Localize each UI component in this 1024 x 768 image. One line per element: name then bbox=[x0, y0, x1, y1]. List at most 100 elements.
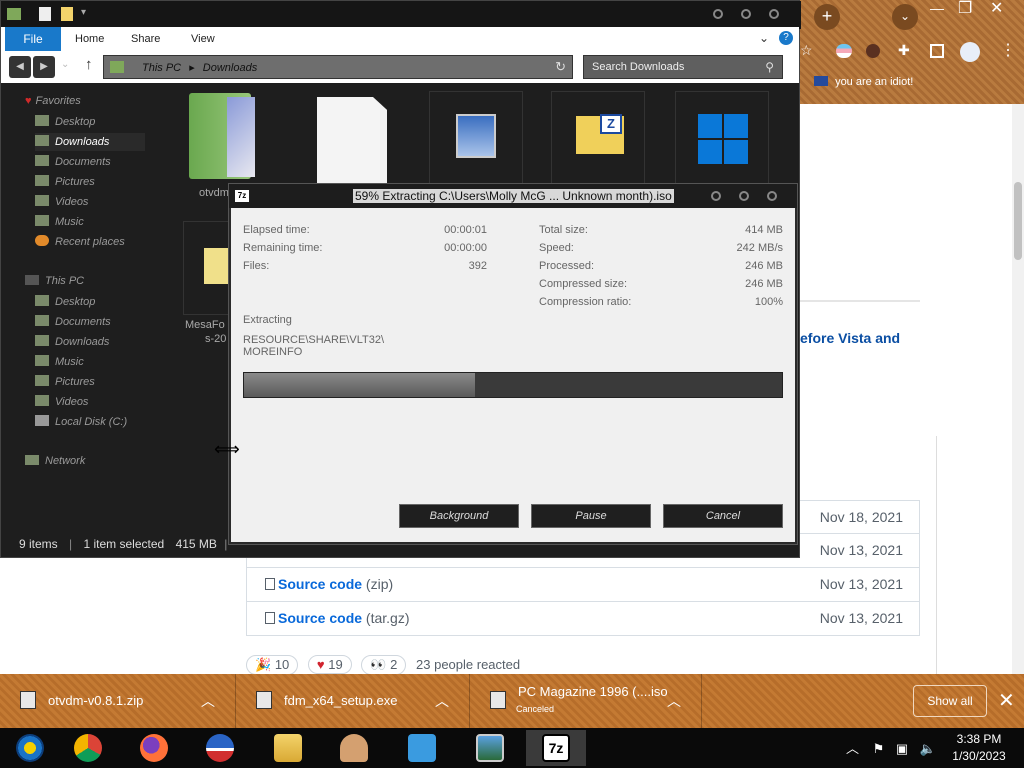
tab-home[interactable]: Home bbox=[75, 33, 104, 45]
file-item[interactable]: Z bbox=[551, 91, 645, 185]
bookmark-item[interactable]: you are an idiot! bbox=[814, 76, 913, 88]
recent-locations-icon[interactable]: ⌄ bbox=[61, 59, 69, 70]
profile-extension-icon[interactable] bbox=[866, 44, 880, 58]
background-button[interactable]: Background bbox=[399, 504, 519, 528]
nav-pc-local-disk[interactable]: Local Disk (C:) bbox=[35, 413, 127, 431]
tray-chevron-icon[interactable]: ︿ bbox=[846, 741, 859, 756]
maximize-button[interactable]: ❐ bbox=[958, 0, 972, 18]
page-scrollbar[interactable] bbox=[1012, 104, 1024, 674]
menu-kebab-icon[interactable]: ⋮ bbox=[1000, 40, 1016, 60]
nav-pc-music[interactable]: Music bbox=[35, 353, 84, 371]
asset-row[interactable]: Source code (zip) Nov 13, 2021 bbox=[246, 568, 920, 602]
forward-button[interactable]: ▶ bbox=[33, 56, 55, 78]
network-icon[interactable]: ▣ bbox=[896, 741, 908, 756]
nav-fav-pictures[interactable]: Pictures bbox=[35, 173, 95, 191]
dialog-body: Elapsed time: 00:00:01 Remaining time: 0… bbox=[231, 208, 795, 542]
asset-link[interactable]: Source code (tar.gz) bbox=[265, 610, 410, 626]
start-button[interactable] bbox=[0, 730, 60, 766]
nav-pc-videos[interactable]: Videos bbox=[35, 393, 88, 411]
chevron-up-icon[interactable]: ︿ bbox=[201, 691, 215, 711]
nav-fav-desktop[interactable]: Desktop bbox=[35, 113, 95, 131]
address-bar[interactable]: This PC ▸ Downloads ↻ bbox=[103, 55, 573, 79]
refresh-icon[interactable]: ↻ bbox=[555, 59, 566, 75]
scrollbar-thumb[interactable] bbox=[1014, 182, 1022, 260]
asset-link[interactable]: Source code (zip) bbox=[265, 576, 393, 592]
nav-fav-recent[interactable]: Recent places bbox=[35, 233, 125, 251]
maximize-button[interactable] bbox=[741, 9, 751, 19]
nav-pc-desktop[interactable]: Desktop bbox=[35, 293, 95, 311]
download-item[interactable]: PC Magazine 1996 (....iso Canceled ︿ bbox=[470, 674, 702, 728]
volume-icon[interactable]: 🔈 bbox=[920, 741, 936, 756]
nav-fav-downloads[interactable]: Downloads bbox=[35, 133, 145, 151]
tab-share[interactable]: Share bbox=[131, 33, 160, 45]
cancel-button[interactable]: Cancel bbox=[663, 504, 783, 528]
new-tab-button[interactable]: + bbox=[814, 4, 840, 30]
taskbar-chrome[interactable] bbox=[58, 730, 118, 766]
nav-this-pc[interactable]: This PC bbox=[25, 275, 84, 287]
taskbar-app-obama[interactable] bbox=[190, 730, 250, 766]
show-all-button[interactable]: Show all bbox=[913, 685, 987, 717]
explorer-app-icon bbox=[7, 8, 21, 20]
reaction-tada[interactable]: 🎉 10 bbox=[246, 655, 299, 675]
ribbon-expand-icon[interactable]: ⌄ bbox=[759, 31, 769, 45]
taskbar-firefox[interactable] bbox=[124, 730, 184, 766]
7zip-icon: 7z bbox=[542, 734, 570, 762]
nav-pc-downloads[interactable]: Downloads bbox=[35, 333, 109, 351]
maximize-button[interactable] bbox=[739, 191, 749, 201]
nav-network[interactable]: Network bbox=[25, 455, 85, 467]
file-item[interactable] bbox=[429, 91, 523, 185]
side-panel-icon[interactable] bbox=[930, 44, 944, 58]
taskbar-7zip[interactable]: 7z bbox=[526, 730, 586, 766]
help-icon[interactable]: ? bbox=[779, 31, 793, 45]
taskbar-app-photos[interactable] bbox=[460, 730, 520, 766]
back-button[interactable]: ◀ bbox=[9, 56, 31, 78]
file-item[interactable] bbox=[307, 91, 401, 185]
close-icon[interactable]: ✕ bbox=[998, 688, 1015, 713]
bookmark-star-icon[interactable]: ☆ bbox=[800, 42, 813, 59]
extraction-progress-bar bbox=[243, 372, 783, 398]
reaction-eyes[interactable]: 👀 2 bbox=[361, 655, 407, 675]
file-item[interactable] bbox=[675, 91, 769, 185]
profile-avatar-icon[interactable] bbox=[960, 42, 980, 62]
properties-quick-icon[interactable] bbox=[39, 7, 51, 21]
tab-search-button[interactable]: ⌄ bbox=[892, 4, 918, 30]
minimize-button[interactable]: — bbox=[930, 0, 944, 16]
file-item[interactable] bbox=[183, 91, 277, 185]
chevron-up-icon[interactable]: ︿ bbox=[435, 691, 449, 711]
nav-fav-music[interactable]: Music bbox=[35, 213, 84, 231]
status-separator: | bbox=[224, 537, 228, 551]
reaction-heart[interactable]: ♥ 19 bbox=[307, 655, 352, 674]
nav-pc-documents[interactable]: Documents bbox=[35, 313, 111, 331]
search-input[interactable]: Search Downloads ⚲ bbox=[583, 55, 783, 79]
dialog-titlebar[interactable]: 7z 59% Extracting C:\Users\Molly McG ...… bbox=[229, 184, 797, 208]
download-item[interactable]: otvdm-v0.8.1.zip ︿ bbox=[0, 674, 236, 728]
tab-view[interactable]: View bbox=[191, 33, 215, 45]
extensions-puzzle-icon[interactable]: ✚ bbox=[898, 42, 910, 59]
release-headline[interactable]: efore Vista and bbox=[800, 330, 900, 346]
download-item[interactable]: fdm_x64_setup.exe ︿ bbox=[236, 674, 470, 728]
new-folder-quick-icon[interactable] bbox=[61, 7, 73, 21]
breadcrumb-downloads[interactable]: Downloads bbox=[203, 62, 257, 74]
minimize-button[interactable] bbox=[711, 191, 721, 201]
asset-row[interactable]: Source code (tar.gz) Nov 13, 2021 bbox=[246, 602, 920, 636]
nav-fav-videos[interactable]: Videos bbox=[35, 193, 88, 211]
taskbar-clock[interactable]: 3:38 PM 1/30/2023 bbox=[946, 731, 1012, 765]
nav-fav-documents[interactable]: Documents bbox=[35, 153, 111, 171]
nav-pc-pictures[interactable]: Pictures bbox=[35, 373, 95, 391]
close-button[interactable] bbox=[769, 9, 779, 19]
extension-flag-icon[interactable] bbox=[836, 44, 852, 58]
chevron-up-icon[interactable]: ︿ bbox=[667, 691, 681, 711]
up-arrow-icon[interactable]: ↑ bbox=[85, 56, 93, 73]
pause-button[interactable]: Pause bbox=[531, 504, 651, 528]
taskbar-app-arrow[interactable] bbox=[392, 730, 452, 766]
minimize-button[interactable] bbox=[713, 9, 723, 19]
tab-file[interactable]: File bbox=[5, 27, 61, 51]
taskbar-app-user[interactable] bbox=[324, 730, 384, 766]
close-button[interactable]: ✕ bbox=[990, 0, 1003, 18]
flag-icon[interactable]: ⚑ bbox=[873, 741, 885, 756]
breadcrumb-this-pc[interactable]: This PC bbox=[142, 62, 181, 74]
quick-access-dropdown-icon[interactable]: ▾ bbox=[81, 7, 86, 18]
taskbar-explorer[interactable] bbox=[258, 730, 318, 766]
close-button[interactable] bbox=[767, 191, 777, 201]
nav-favorites[interactable]: ♥ Favorites bbox=[25, 95, 81, 107]
